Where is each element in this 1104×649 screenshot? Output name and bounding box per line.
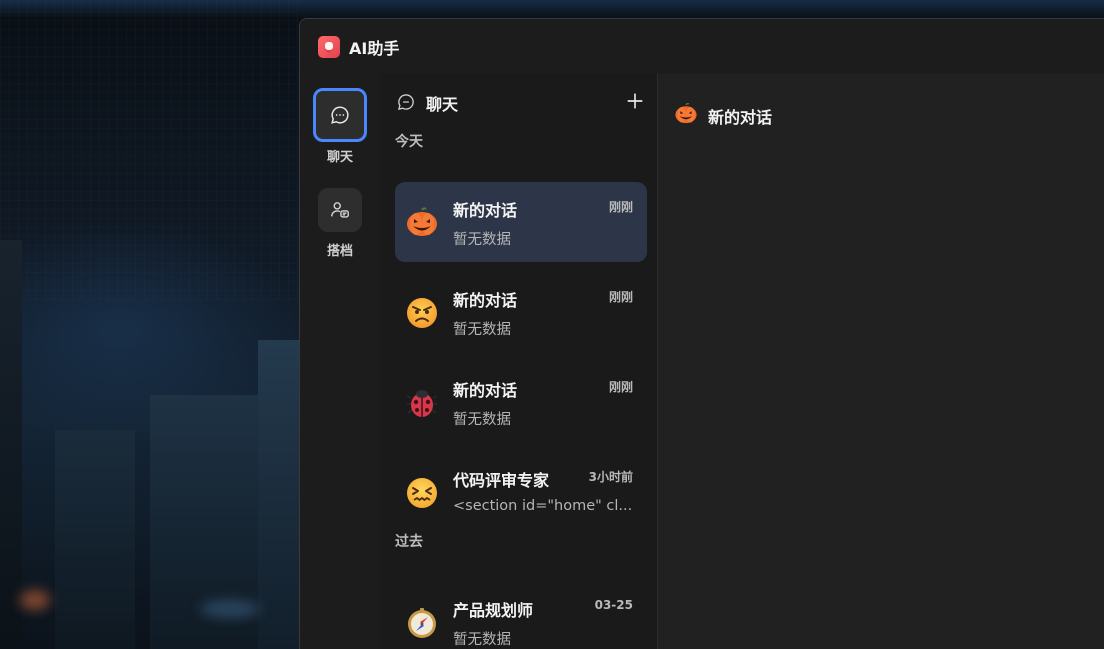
app-logo-icon (318, 36, 340, 58)
session-preview: 暂无数据 (453, 322, 511, 338)
session-time: 刚刚 (608, 290, 633, 304)
building (0, 240, 22, 649)
session-title: 代码评审专家 (453, 471, 550, 490)
session-preview: 暂无数据 (453, 632, 511, 648)
nav-chat-button[interactable] (313, 88, 367, 142)
session-list-panel: 聊天 今天 新的对话 刚刚 暂无数据 新的对话 刚刚 暂无数据 新的对话 刚刚 … (380, 74, 658, 649)
pumpkin-icon (675, 102, 697, 124)
session-time: 3小时前 (588, 470, 633, 484)
chat-bubble-icon (397, 94, 414, 111)
group-label-past: 过去 (395, 534, 423, 550)
title-bar: AI助手 (300, 19, 1104, 74)
app-window: AI助手 聊天 搭档 聊天 今天 新的对话 刚刚 暂无数据 新的对话 刚刚 暂无… (299, 18, 1104, 649)
bridge-structure (0, 0, 300, 300)
chat-title: 新的对话 (708, 108, 773, 127)
nav-chat-label: 聊天 (326, 150, 353, 165)
chat-main-area: 新的对话 (658, 74, 1104, 649)
city-light (20, 590, 50, 610)
session-item[interactable]: 产品规划师 03-25 暂无数据 (395, 582, 647, 649)
compass-icon (408, 608, 436, 638)
session-item[interactable]: 新的对话 刚刚 暂无数据 (395, 362, 647, 442)
session-title: 产品规划师 (453, 601, 534, 620)
angry-face-icon (407, 298, 437, 328)
chat-bubble-icon (331, 106, 349, 124)
session-title: 新的对话 (453, 381, 518, 400)
group-label-today: 今天 (395, 134, 423, 150)
session-item[interactable]: 新的对话 刚刚 暂无数据 (395, 182, 647, 262)
app-title: AI助手 (349, 39, 400, 58)
session-time: 03-25 (594, 598, 633, 612)
building (55, 430, 135, 649)
session-time: 刚刚 (608, 200, 633, 214)
session-preview: 暂无数据 (453, 412, 511, 428)
building (258, 340, 300, 649)
nav-partner-label: 搭档 (326, 244, 353, 259)
session-preview: <section id="home" cl... (453, 498, 633, 514)
session-item[interactable]: 新的对话 刚刚 暂无数据 (395, 272, 647, 352)
nav-partner-button[interactable] (318, 188, 362, 232)
plus-icon[interactable] (624, 90, 646, 112)
confounded-face-icon (407, 478, 437, 508)
session-item[interactable]: 代码评审专家 3小时前 <section id="home" cl... (395, 452, 647, 532)
session-list-title: 聊天 (426, 95, 459, 114)
ladybug-icon (406, 390, 438, 417)
city-light (200, 600, 260, 618)
session-title: 新的对话 (453, 291, 518, 310)
pumpkin-icon (407, 207, 437, 236)
session-preview: 暂无数据 (453, 232, 511, 248)
session-title: 新的对话 (453, 201, 518, 220)
partner-icon (331, 202, 349, 218)
nav-rail: 聊天 搭档 (300, 74, 380, 649)
session-time: 刚刚 (608, 380, 633, 394)
